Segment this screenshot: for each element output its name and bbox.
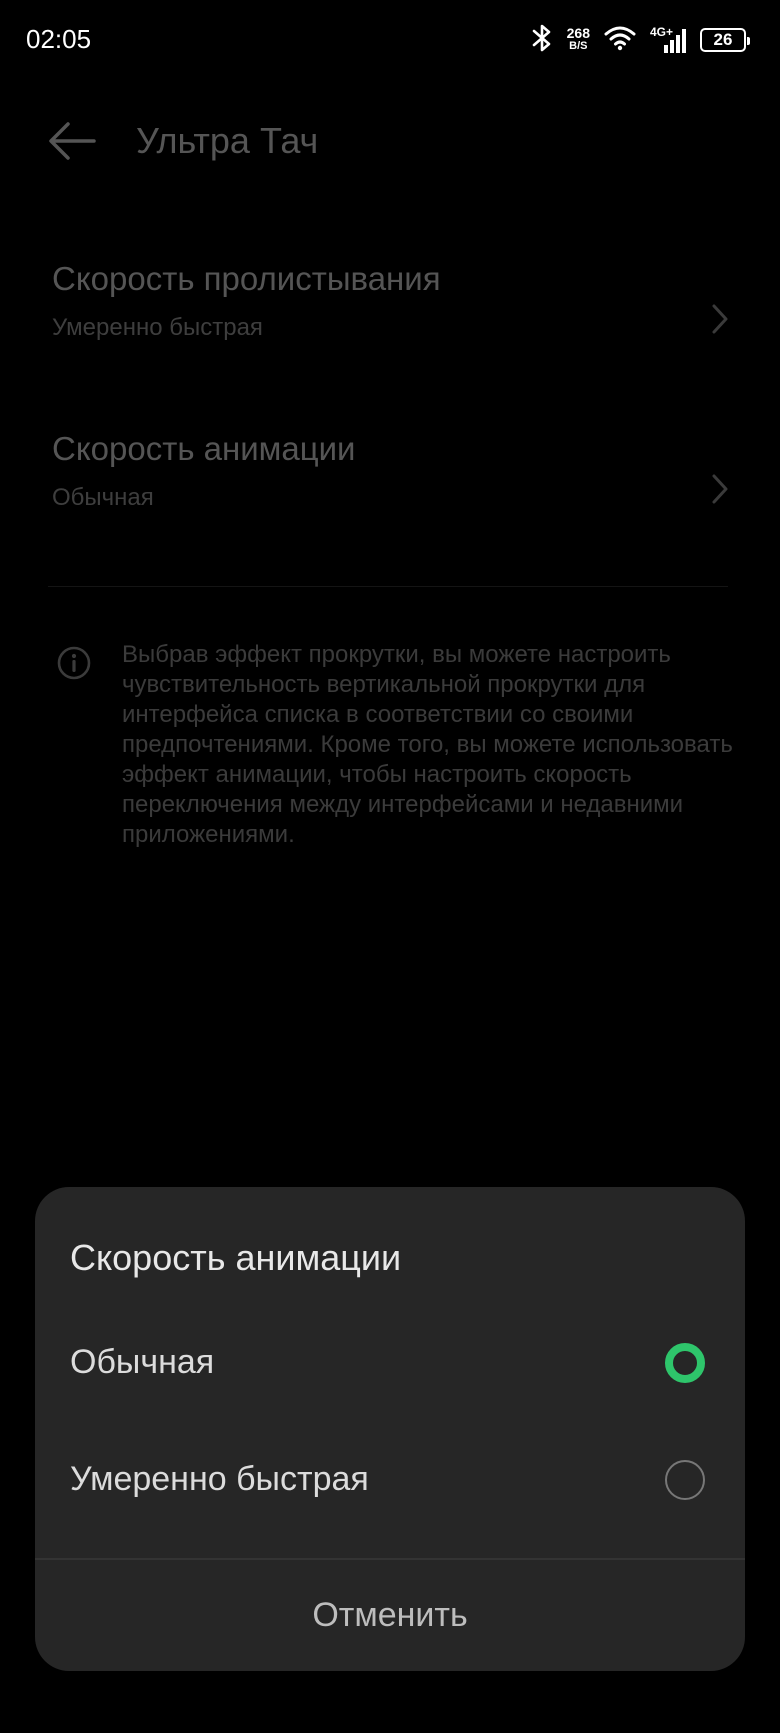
setting-title: Скорость анимации — [52, 430, 356, 467]
option-normal[interactable]: Обычная — [35, 1313, 745, 1413]
radio-unselected[interactable] — [665, 1460, 705, 1500]
setting-value: Умеренно быстрая — [52, 314, 263, 341]
chevron-right-icon — [712, 474, 728, 504]
radio-selected[interactable] — [665, 1343, 705, 1383]
app-header: Ультра Тач — [0, 80, 780, 200]
chevron-right-icon — [712, 304, 728, 334]
info-text: Выбрав эффект прокрутки, вы можете настр… — [122, 641, 733, 848]
status-icons: 268 B/S 4G+ 26 — [531, 22, 750, 58]
divider — [48, 586, 728, 587]
option-label: Обычная — [70, 1343, 215, 1381]
bluetooth-icon — [531, 23, 553, 58]
status-time: 02:05 — [26, 24, 92, 54]
cancel-button[interactable]: Отменить — [35, 1560, 745, 1671]
battery-icon: 26 — [700, 28, 750, 52]
setting-value: Обычная — [52, 484, 154, 511]
option-label: Умеренно быстрая — [70, 1460, 369, 1498]
dialog-title: Скорость анимации — [70, 1237, 402, 1278]
network-speed: 268 B/S — [566, 25, 590, 53]
arrow-left-icon — [49, 122, 96, 160]
wifi-icon — [604, 25, 636, 56]
network-speed-value: 268 — [566, 25, 590, 41]
setting-scroll-speed[interactable]: Скорость пролистывания Умеренно быстрая — [0, 260, 780, 410]
setting-animation-speed[interactable]: Скорость анимации Обычная — [0, 430, 780, 580]
status-bar: 02:05 268 B/S 4G+ 26 — [0, 0, 780, 80]
cellular-signal-icon: 4G+ — [650, 25, 686, 55]
setting-title: Скорость пролистывания — [52, 260, 441, 297]
option-moderately-fast[interactable]: Умеренно быстрая — [35, 1430, 745, 1530]
network-speed-unit: B/S — [569, 40, 588, 52]
back-button[interactable] — [46, 114, 100, 168]
animation-speed-dialog: Скорость анимации Обычная Умеренно быстр… — [35, 1187, 745, 1671]
info-icon — [57, 646, 91, 680]
page-title: Ультра Тач — [136, 120, 319, 161]
battery-level: 26 — [713, 30, 733, 49]
